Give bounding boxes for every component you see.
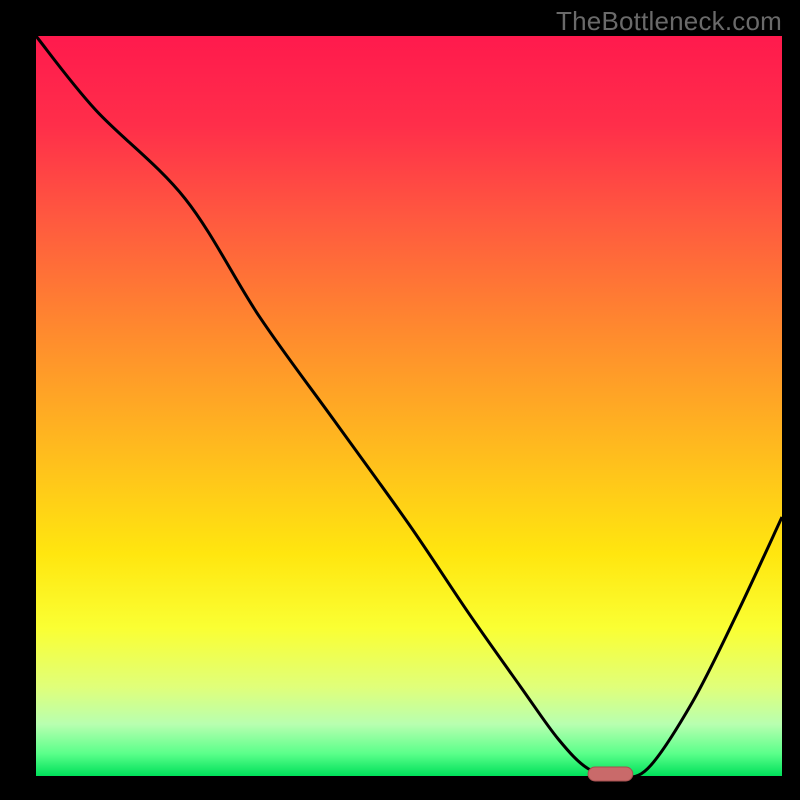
optimal-range-marker [588, 767, 633, 781]
chart-outer: TheBottleneck.com [0, 0, 800, 800]
bottleneck-chart [0, 0, 800, 800]
plot-area [36, 36, 782, 776]
